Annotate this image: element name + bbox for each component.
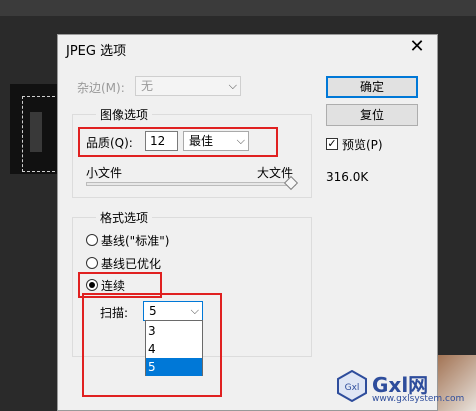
- baseline-optimized-radio[interactable]: [86, 257, 98, 269]
- canvas-content: [30, 112, 42, 152]
- workspace-top-bar: [0, 0, 476, 16]
- scans-value: 5: [149, 304, 157, 318]
- progressive-radio[interactable]: [86, 279, 98, 291]
- small-file-label: 小文件: [86, 166, 123, 180]
- reset-button[interactable]: 复位: [326, 104, 418, 126]
- svg-text:Gxl: Gxl: [345, 383, 360, 393]
- chevron-down-icon: ⌵: [228, 79, 237, 92]
- scans-option-4[interactable]: 4: [146, 340, 202, 358]
- scans-select[interactable]: 5 ⌵: [143, 301, 203, 321]
- scans-option-3[interactable]: 3: [146, 322, 202, 340]
- quality-slider-track[interactable]: [86, 182, 296, 186]
- file-size-readout: 316.0K: [326, 170, 369, 184]
- ok-button[interactable]: 确定: [326, 76, 418, 98]
- preview-checkbox[interactable]: ✓: [326, 138, 338, 150]
- scans-label: 扫描:: [100, 306, 129, 320]
- baseline-standard-label[interactable]: 基线("标准"): [101, 232, 169, 249]
- quality-preset-select[interactable]: 最佳 ⌵: [183, 131, 249, 151]
- quality-label: 品质(Q):: [86, 136, 133, 150]
- dialog-title: JPEG 选项: [66, 44, 127, 59]
- matte-label: 杂边(M):: [77, 81, 125, 95]
- close-icon[interactable]: ✕: [405, 36, 429, 60]
- image-options-legend: 图像选项: [96, 106, 153, 123]
- scans-dropdown-list: 3 4 5: [145, 320, 203, 376]
- gxl-logo: Gxl: [336, 369, 368, 403]
- chevron-down-icon: ⌵: [236, 134, 245, 147]
- watermark-domain: www.gxlsystem.com: [372, 394, 465, 404]
- progressive-label[interactable]: 连续: [101, 277, 125, 294]
- matte-select[interactable]: 无 ⌵: [135, 76, 241, 96]
- quality-input[interactable]: 12: [145, 131, 178, 151]
- baseline-standard-radio[interactable]: [86, 234, 98, 246]
- quality-preset-value: 最佳: [189, 134, 214, 148]
- scans-option-5[interactable]: 5: [146, 358, 202, 376]
- format-options-legend: 格式选项: [96, 209, 153, 226]
- preview-label[interactable]: 预览(P): [342, 136, 383, 153]
- matte-value: 无: [141, 79, 154, 93]
- chevron-down-icon: ⌵: [190, 304, 199, 317]
- baseline-optimized-label[interactable]: 基线已优化: [101, 255, 161, 272]
